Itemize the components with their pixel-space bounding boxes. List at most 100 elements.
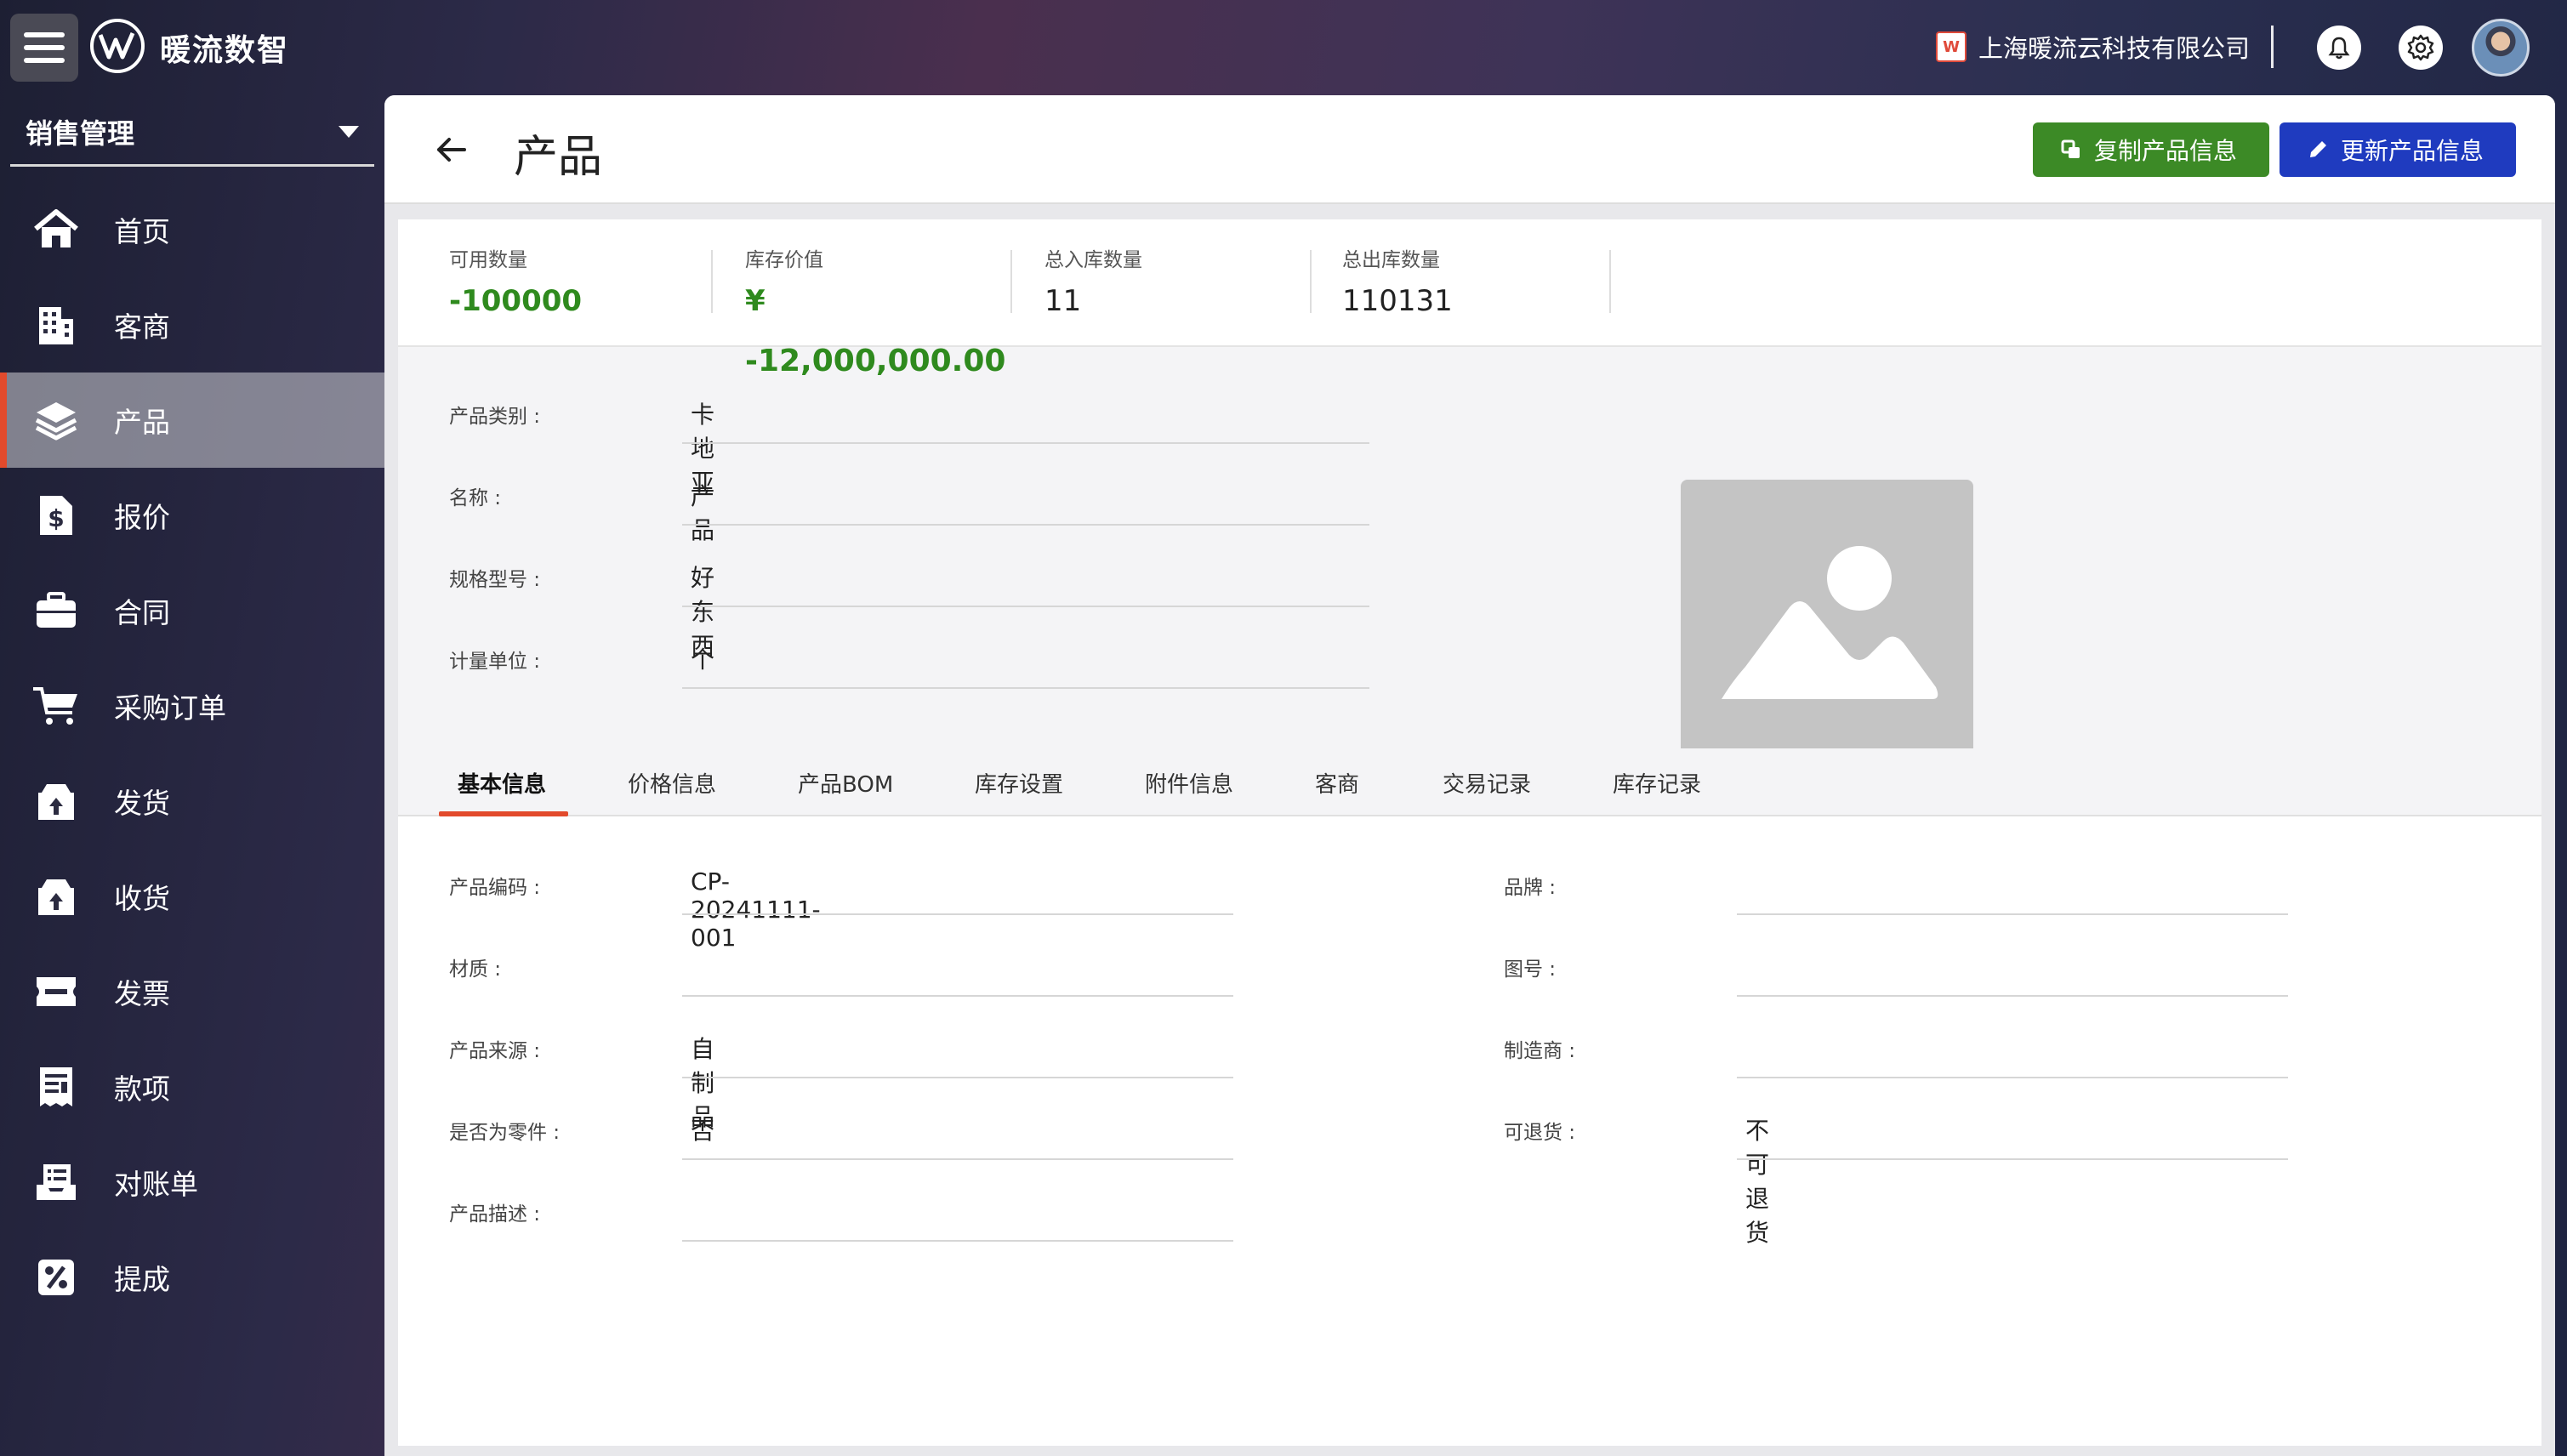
stat-label: 可用数量 [449,249,527,271]
sidebar-item-receiving[interactable]: 收货 [0,849,384,944]
field-value: CP-20241111-001 [691,867,821,952]
field-label: 制造商 : [1504,1040,1576,1062]
company-logo-icon: W [1936,31,1967,62]
sidebar-item-shipping[interactable]: 发货 [0,754,384,849]
field-underline [682,606,1369,607]
field-underline [682,1240,1233,1242]
settings-gear-icon[interactable] [2399,26,2443,70]
image-placeholder-icon [1722,546,1938,699]
stat-value: 110131 [1342,284,1453,318]
field-label: 规格型号 : [449,569,541,591]
sidebar-nav: 首页 客商 产品 $ 报价 合同 采购订单 发货 收货 发票 款项 对账单 提成 [0,182,384,1325]
update-product-button[interactable]: 更新产品信息 [2280,122,2516,177]
product-card: 可用数量 -100000 库存价值 ¥ 总入库数量 11 总出库数量 11013… [398,219,2541,1446]
sidebar-item-statements[interactable]: 对账单 [0,1135,384,1230]
box-in-icon [31,871,82,922]
main-panel: 产品 复制产品信息 更新产品信息 可用数量 -100000 库存价值 ¥ 总入库… [384,95,2555,1456]
tab-partners[interactable]: 客商 [1315,767,1359,799]
stat-value: 11 [1044,284,1082,318]
field-underline [682,995,1233,997]
stats-bar: 可用数量 -100000 库存价值 ¥ 总入库数量 11 总出库数量 11013… [398,219,2541,347]
sidebar-item-partners[interactable]: 客商 [0,277,384,373]
logo-icon [90,19,145,73]
sidebar-item-label: 报价 [114,501,170,534]
module-label: 销售管理 [26,117,135,150]
field-underline [1737,995,2288,997]
hamburger-icon [24,32,65,63]
tab-basic-info[interactable]: 基本信息 [458,767,546,799]
building-icon [31,299,82,350]
sidebar-item-home[interactable]: 首页 [0,182,384,277]
field-label: 可退货 : [1504,1122,1576,1144]
divider [2271,26,2274,68]
field-underline [682,1077,1233,1078]
sidebar-item-label: 对账单 [114,1168,198,1201]
field-underline [682,687,1369,689]
field-label: 产品来源 : [449,1040,541,1062]
sidebar-item-products[interactable]: 产品 [0,373,384,468]
sidebar-item-commission[interactable]: 提成 [0,1230,384,1325]
chevron-down-icon [339,125,359,138]
field-value: 否 [691,1117,715,1145]
stat-divider [1010,250,1012,313]
field-label: 产品描述 : [449,1203,541,1226]
stat-value-currency: ¥ [745,284,766,318]
copy-product-button[interactable]: 复制产品信息 [2033,122,2269,177]
box-up-icon [31,776,82,827]
tab-product-bom[interactable]: 产品BOM [798,767,893,799]
sidebar-item-label: 发货 [114,787,170,820]
company-selector[interactable]: W 上海暖流云科技有限公司 [1936,29,2250,65]
field-underline [1737,1158,2288,1160]
sidebar-item-invoices[interactable]: 发票 [0,944,384,1039]
menu-button[interactable] [10,14,78,82]
company-name: 上海暖流云科技有限公司 [1978,34,2251,63]
sidebar-item-label: 款项 [114,1072,170,1106]
top-bar: 暖流数智 W 上海暖流云科技有限公司 [0,0,2567,95]
field-label: 产品编码 : [449,877,541,899]
basic-info-panel: 产品编码 : CP-20241111-001 材质 : 产品来源 : 自制品 是… [398,816,2541,1446]
inbox-list-icon [31,1157,82,1208]
field-underline [682,524,1369,526]
sidebar-item-label: 采购订单 [114,691,226,725]
tab-price-info[interactable]: 价格信息 [628,767,716,799]
pencil-icon [2310,141,2326,157]
page-header: 产品 复制产品信息 更新产品信息 [384,95,2555,204]
field-label: 名称 : [449,487,502,509]
tab-attachments[interactable]: 附件信息 [1145,767,1233,799]
field-value: 不可退货 [1745,1117,1770,1247]
avatar[interactable] [2472,19,2530,77]
module-dropdown[interactable]: 销售管理 [10,99,374,167]
sidebar-item-payments[interactable]: 款项 [0,1039,384,1135]
sidebar-item-purchase-orders[interactable]: 采购订单 [0,658,384,754]
stat-value-amount: -12,000,000.00 [745,344,1006,378]
receipt-icon [31,1061,82,1112]
tab-transactions[interactable]: 交易记录 [1443,767,1531,799]
field-label: 品牌 : [1504,877,1557,899]
copy-icon [2061,139,2080,158]
field-label: 是否为零件 : [449,1122,561,1144]
tab-bar: 基本信息 价格信息 产品BOM 库存设置 附件信息 客商 交易记录 库存记录 [398,748,2541,816]
ticket-icon [31,966,82,1017]
product-image-placeholder[interactable] [1681,480,1973,772]
sidebar-item-label: 客商 [114,310,170,344]
sidebar-item-label: 收货 [114,882,170,915]
sidebar-item-label: 发票 [114,977,170,1010]
back-arrow-icon[interactable] [434,133,468,167]
tab-inventory-records[interactable]: 库存记录 [1613,767,1701,799]
sidebar-item-contracts[interactable]: 合同 [0,563,384,658]
tab-inventory-settings[interactable]: 库存设置 [975,767,1063,799]
stat-label: 总出库数量 [1342,249,1440,271]
field-label: 材质 : [449,958,502,981]
sidebar-item-label: 提成 [114,1263,170,1296]
sidebar-item-label: 产品 [114,406,170,439]
field-label: 图号 : [1504,958,1557,981]
sidebar-item-quotes[interactable]: $ 报价 [0,468,384,563]
field-label: 计量单位 : [449,651,541,673]
stat-total-in: 总入库数量 11 [1044,243,1342,320]
field-value: 个 [691,646,715,674]
stat-label: 总入库数量 [1044,249,1142,271]
notification-bell-icon[interactable] [2317,26,2361,70]
percent-icon [31,1252,82,1303]
field-underline [682,442,1369,444]
page-title: 产品 [514,132,603,183]
